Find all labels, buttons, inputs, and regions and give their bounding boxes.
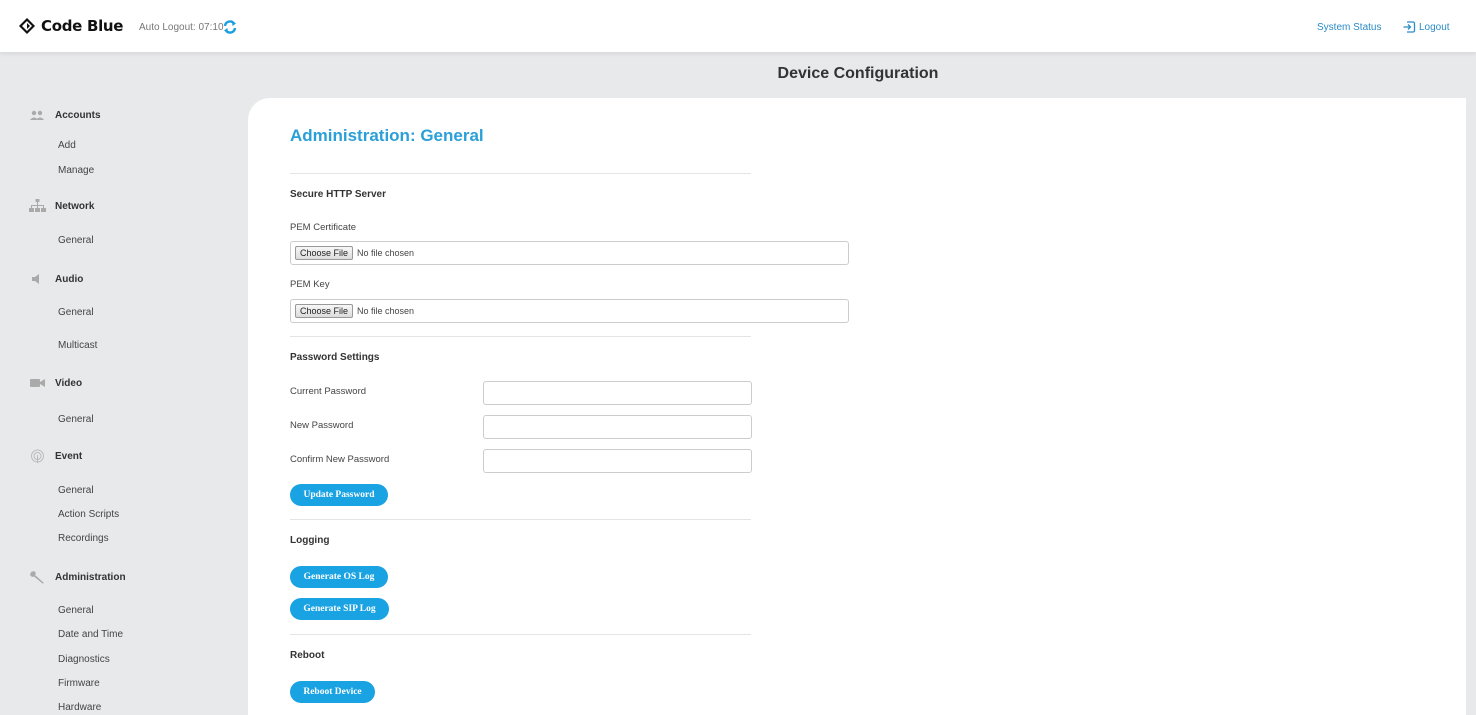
divider (290, 634, 751, 635)
sidebar-section-network[interactable]: Network (29, 199, 94, 213)
audio-icon (32, 274, 39, 284)
logo-text: Code Blue (41, 17, 124, 35)
logging-section-title: Logging (290, 535, 330, 546)
new-password-label: New Password (290, 420, 354, 431)
pem-certificate-label: PEM Certificate (290, 222, 356, 233)
pem-key-label: PEM Key (290, 279, 330, 290)
sidebar-section-label: Network (55, 200, 95, 212)
sidebar-section-accounts[interactable]: Accounts (29, 108, 101, 122)
file-status: No file chosen (357, 248, 415, 258)
confirm-password-input[interactable] (483, 449, 752, 473)
generate-sip-log-button[interactable]: Generate SIP Log (290, 598, 389, 620)
sidebar-item-admin-firmware[interactable]: Firmware (58, 678, 100, 689)
update-password-button[interactable]: Update Password (290, 484, 388, 506)
sidebar-item-admin-diagnostics[interactable]: Diagnostics (58, 654, 110, 665)
sidebar-item-admin-hardware[interactable]: Hardware (58, 702, 101, 713)
video-icon (30, 379, 45, 387)
sidebar-item-video-general[interactable]: General (58, 414, 94, 425)
content-title: Administration: General (290, 126, 484, 145)
sidebar-item-accounts-manage[interactable]: Manage (58, 165, 94, 176)
logo-icon (19, 18, 35, 34)
password-settings-section-title: Password Settings (290, 352, 380, 363)
main-content: Administration: General Secure HTTP Serv… (248, 98, 1466, 715)
event-icon (31, 449, 44, 463)
divider (290, 336, 751, 337)
logout-icon[interactable] (1402, 20, 1416, 34)
reboot-section-title: Reboot (290, 650, 325, 661)
sidebar-section-label: Event (55, 450, 83, 462)
sidebar-section-administration[interactable]: Administration (29, 570, 126, 584)
sidebar-item-event-recordings[interactable]: Recordings (58, 533, 109, 544)
reboot-device-button[interactable]: Reboot Device (290, 681, 375, 703)
choose-file-button[interactable]: Choose File (295, 246, 354, 260)
network-icon (29, 199, 46, 212)
page-header: Device Configuration (0, 52, 1476, 96)
sidebar-section-audio[interactable]: Audio (29, 272, 83, 286)
secure-http-section-title: Secure HTTP Server (290, 189, 386, 200)
current-password-label: Current Password (290, 386, 367, 397)
logout-link[interactable]: Logout (1419, 22, 1450, 33)
pem-certificate-file-input[interactable]: Choose File No file chosen (290, 241, 849, 265)
page-title: Device Configuration (777, 65, 939, 82)
sidebar-item-admin-general[interactable]: General (58, 605, 94, 616)
system-status-link[interactable]: System Status (1317, 22, 1381, 33)
divider (290, 519, 751, 520)
wrench-icon (30, 571, 44, 584)
pem-key-file-input[interactable]: Choose File No file chosen (290, 299, 849, 323)
sidebar: Accounts Add Manage Network General Audi… (0, 96, 248, 715)
top-bar: Code Blue Auto Logout: 07:10 System Stat… (0, 0, 1476, 52)
current-password-input[interactable] (483, 381, 752, 405)
sidebar-item-admin-date-time[interactable]: Date and Time (58, 629, 123, 640)
refresh-icon[interactable] (222, 19, 238, 35)
sidebar-section-event[interactable]: Event (29, 449, 82, 463)
sidebar-section-label: Administration (55, 571, 126, 583)
choose-file-button[interactable]: Choose File (295, 304, 354, 318)
generate-os-log-button[interactable]: Generate OS Log (290, 566, 388, 588)
sidebar-item-audio-general[interactable]: General (58, 307, 94, 318)
sidebar-section-label: Audio (55, 273, 84, 285)
auto-logout-timer: Auto Logout: 07:10 (139, 22, 224, 33)
sidebar-section-label: Accounts (55, 109, 101, 121)
accounts-icon (30, 110, 44, 120)
divider (290, 173, 751, 174)
new-password-input[interactable] (483, 415, 752, 439)
sidebar-section-video[interactable]: Video (29, 376, 82, 390)
sidebar-item-network-general[interactable]: General (58, 235, 94, 246)
confirm-password-label: Confirm New Password (290, 454, 390, 465)
file-status: No file chosen (357, 306, 415, 316)
sidebar-item-audio-multicast[interactable]: Multicast (58, 340, 97, 351)
logo: Code Blue (18, 17, 123, 35)
sidebar-item-accounts-add[interactable]: Add (58, 140, 76, 151)
sidebar-item-event-action-scripts[interactable]: Action Scripts (58, 509, 119, 520)
sidebar-section-label: Video (55, 377, 83, 389)
sidebar-item-event-general[interactable]: General (58, 485, 94, 496)
